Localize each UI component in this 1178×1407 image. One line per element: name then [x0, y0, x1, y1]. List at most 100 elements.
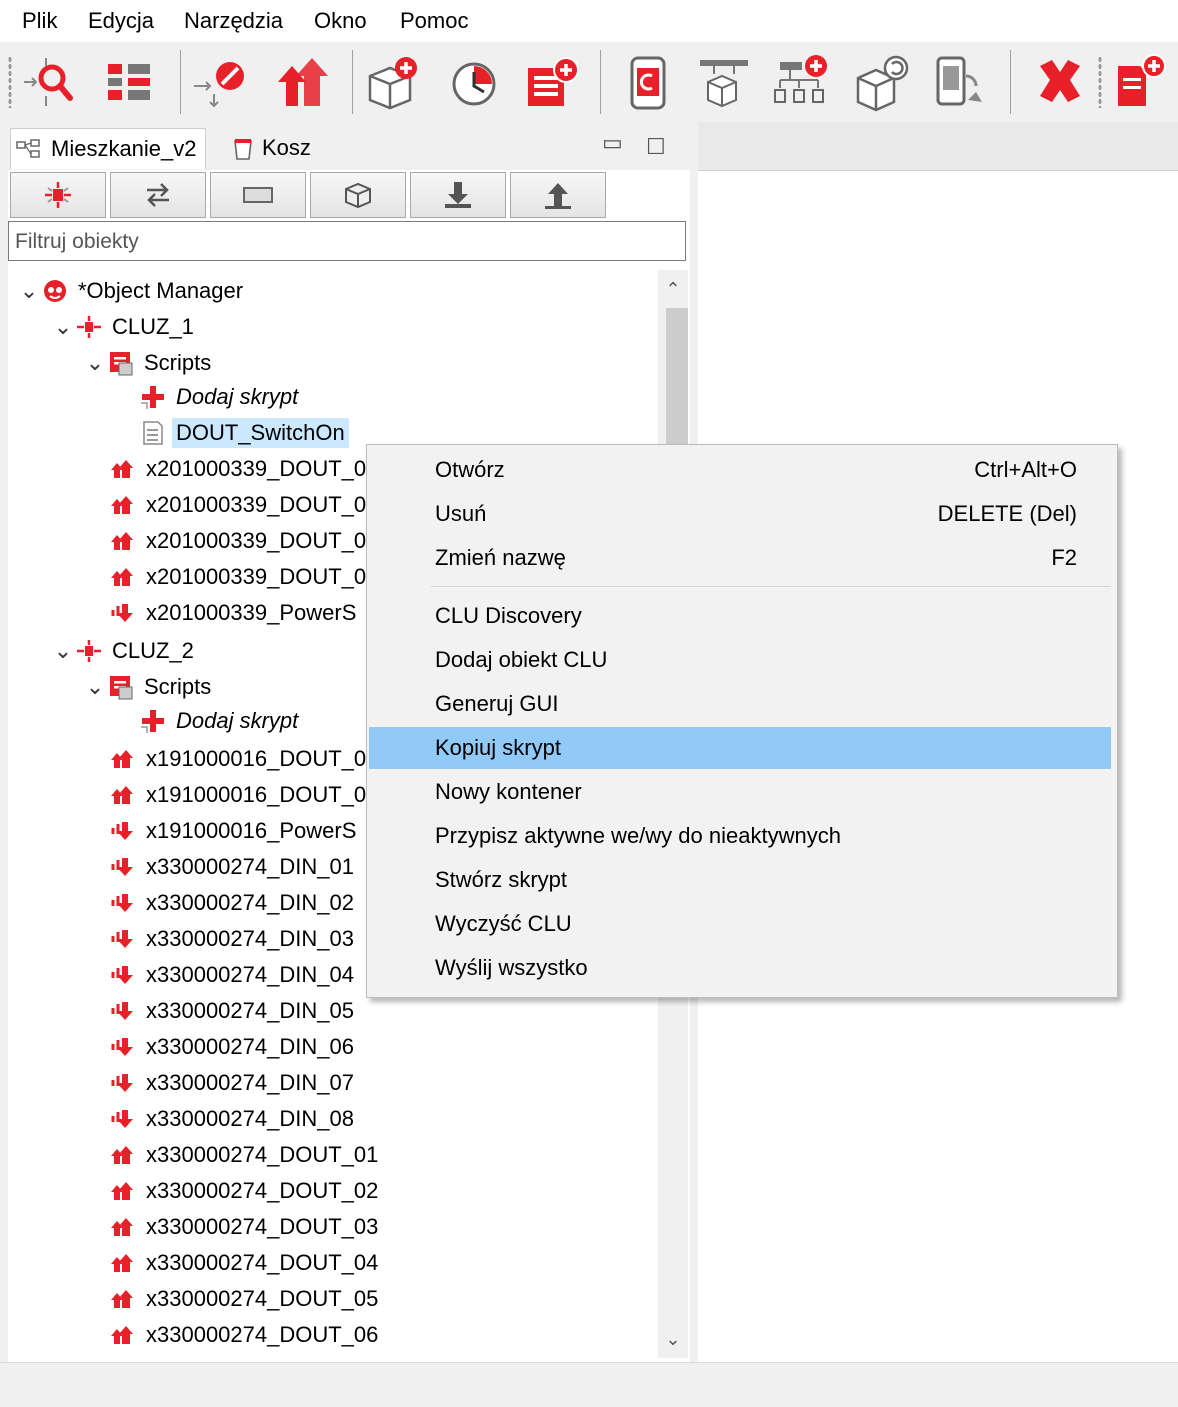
tree-item[interactable]: x330000274_DIN_07: [108, 1066, 358, 1100]
toolbar-separator: [180, 50, 181, 114]
toolbar-separator: [600, 50, 601, 114]
tree-item[interactable]: x330000274_DOUT_03: [108, 1210, 382, 1244]
tree-item-scripts[interactable]: ⌄ Scripts: [84, 346, 215, 380]
panel-tabs: Mieszkanie_v2 Kosz ▭ ☐: [8, 122, 690, 170]
minimize-icon[interactable]: ▭: [602, 130, 623, 156]
cluster-button[interactable]: [10, 172, 106, 218]
hierarchy-button[interactable]: [694, 52, 754, 112]
tab-trash[interactable]: Kosz: [230, 128, 311, 168]
tree-item-label: CLUZ_2: [112, 638, 194, 663]
download-button[interactable]: [410, 172, 506, 218]
tree-item-cluz-1[interactable]: ⌄ CLUZ_1: [52, 310, 198, 344]
menu-item-delete[interactable]: Usuń DELETE (Del): [369, 493, 1111, 535]
tree-item[interactable]: x330000274_DOUT_02: [108, 1174, 382, 1208]
context-menu: Otwórz Ctrl+Alt+O Usuń DELETE (Del) Zmie…: [366, 444, 1118, 998]
tree-item[interactable]: x330000274_DIN_05: [108, 994, 358, 1028]
menu-pomoc[interactable]: Pomoc: [400, 8, 468, 34]
tree-item-label: x330000274_DOUT_02: [146, 1178, 379, 1203]
tree-item[interactable]: x330000274_DIN_04: [108, 958, 358, 992]
add-object-button[interactable]: [362, 52, 422, 112]
tree-item[interactable]: x330000274_DOUT_06: [108, 1318, 382, 1352]
filter-objects-input[interactable]: Filtruj obiekty: [8, 221, 686, 261]
tree-item[interactable]: x330000274_DOUT_04: [108, 1246, 382, 1280]
find-object-button[interactable]: [18, 52, 78, 112]
tree-item[interactable]: x330000274_DOUT_01: [108, 1138, 382, 1172]
menu-item-generate-gui[interactable]: Generuj GUI: [369, 683, 1111, 725]
maximize-icon[interactable]: ☐: [646, 134, 666, 160]
menu-item-copy-script[interactable]: Kopiuj skrypt: [369, 727, 1111, 769]
tab-project-label: Mieszkanie_v2: [51, 136, 197, 161]
tree-item[interactable]: x191000016_DOUT_0: [108, 742, 370, 776]
tree-root-label: *Object Manager: [78, 278, 244, 303]
device-sync-button[interactable]: [928, 52, 988, 112]
panel-icon: [243, 187, 273, 203]
menu-plik[interactable]: Plik: [22, 8, 57, 34]
digital-output-icon: [108, 1212, 138, 1242]
scroll-down-icon[interactable]: ⌄: [658, 1324, 688, 1354]
menu-narzedzia[interactable]: Narzędzia: [184, 8, 283, 34]
tree-item[interactable]: Dodaj skrypt: [138, 704, 302, 738]
tree-item[interactable]: x201000339_DOUT_0: [108, 488, 370, 522]
tree-item[interactable]: x330000274_DIN_02: [108, 886, 358, 920]
tree-item[interactable]: x191000016_DOUT_0: [108, 778, 370, 812]
menu-item-shortcut: DELETE (Del): [937, 501, 1077, 526]
scroll-up-icon[interactable]: ⌃: [658, 274, 688, 304]
menu-okno[interactable]: Okno: [314, 8, 367, 34]
add-hierarchy-icon: [774, 55, 827, 103]
swap-button[interactable]: [110, 172, 206, 218]
tree-item[interactable]: x330000274_DIN_06: [108, 1030, 358, 1064]
timer-button[interactable]: [444, 52, 504, 112]
menu-item-new-container[interactable]: Nowy kontener: [369, 771, 1111, 813]
panel-button[interactable]: [210, 172, 306, 218]
find-object-icon: [24, 58, 73, 106]
tree-item[interactable]: x201000339_DOUT_0: [108, 560, 370, 594]
clu-button[interactable]: [618, 52, 678, 112]
menu-item-add-clu-object[interactable]: Dodaj obiekt CLU: [369, 639, 1111, 681]
tree-item-label: x330000274_DOUT_05: [146, 1286, 379, 1311]
export-button[interactable]: [274, 52, 334, 112]
digital-output-icon: [108, 1320, 138, 1350]
upload-button[interactable]: [510, 172, 606, 218]
tree-item-dout-switchon[interactable]: DOUT_SwitchOn: [138, 416, 349, 450]
menu-item-clu-discovery[interactable]: CLU Discovery: [369, 595, 1111, 637]
refresh-object-button[interactable]: [852, 52, 912, 112]
toolbar-grip[interactable]: [8, 56, 12, 108]
digital-input-icon: [108, 852, 138, 882]
menu-edycja[interactable]: Edycja: [88, 8, 154, 34]
menu-item-create-script[interactable]: Stwórz skrypt: [369, 859, 1111, 901]
tree-item-label: x330000274_DIN_05: [146, 998, 354, 1023]
menu-item-clear-clu[interactable]: Wyczyść CLU: [369, 903, 1111, 945]
tree-item[interactable]: ⌄ Scripts: [84, 670, 215, 704]
menu-item-open[interactable]: Otwórz Ctrl+Alt+O: [369, 449, 1111, 491]
tab-project[interactable]: Mieszkanie_v2: [10, 128, 206, 169]
tree-item[interactable]: x330000274_DOUT_05: [108, 1282, 382, 1316]
tree-item[interactable]: x330000274_DIN_08: [108, 1102, 358, 1136]
tree-item[interactable]: x201000339_DOUT_0: [108, 524, 370, 558]
tree-item[interactable]: x330000274_DIN_01: [108, 850, 358, 884]
tree-root[interactable]: ⌄ *Object Manager: [18, 274, 247, 308]
menu-item-send-all[interactable]: Wyślij wszystko: [369, 947, 1111, 989]
tree-item[interactable]: x330000274_DIN_03: [108, 922, 358, 956]
tree-item-add-script[interactable]: Dodaj skrypt: [138, 380, 302, 414]
tree-item[interactable]: x201000339_PowerS: [108, 596, 360, 630]
tree-item[interactable]: x191000016_PowerS: [108, 814, 360, 848]
delete-button[interactable]: [1030, 52, 1090, 112]
chevron-down-icon[interactable]: ⌄: [84, 674, 106, 700]
import-button[interactable]: [190, 52, 250, 112]
chevron-down-icon[interactable]: ⌄: [52, 638, 74, 664]
menu-item-rename[interactable]: Zmień nazwę F2: [369, 537, 1111, 579]
menu-item-assign-io[interactable]: Przypisz aktywne we/wy do nieaktywnych: [369, 815, 1111, 857]
chevron-down-icon[interactable]: ⌄: [18, 278, 40, 304]
chevron-down-icon[interactable]: ⌄: [52, 314, 74, 340]
tree-item[interactable]: x201000339_DOUT_0: [108, 452, 370, 486]
new-document-button[interactable]: [1112, 52, 1172, 112]
scripts-folder-icon: [106, 672, 136, 702]
scrollbar-thumb[interactable]: [666, 308, 688, 448]
object-manager-icon: [40, 276, 70, 306]
tree-item[interactable]: ⌄ CLUZ_2: [52, 634, 198, 668]
layout-button[interactable]: [100, 52, 160, 112]
chevron-down-icon[interactable]: ⌄: [84, 350, 106, 376]
add-script-button[interactable]: [522, 52, 582, 112]
cube-button[interactable]: [310, 172, 406, 218]
add-hierarchy-button[interactable]: [772, 52, 832, 112]
